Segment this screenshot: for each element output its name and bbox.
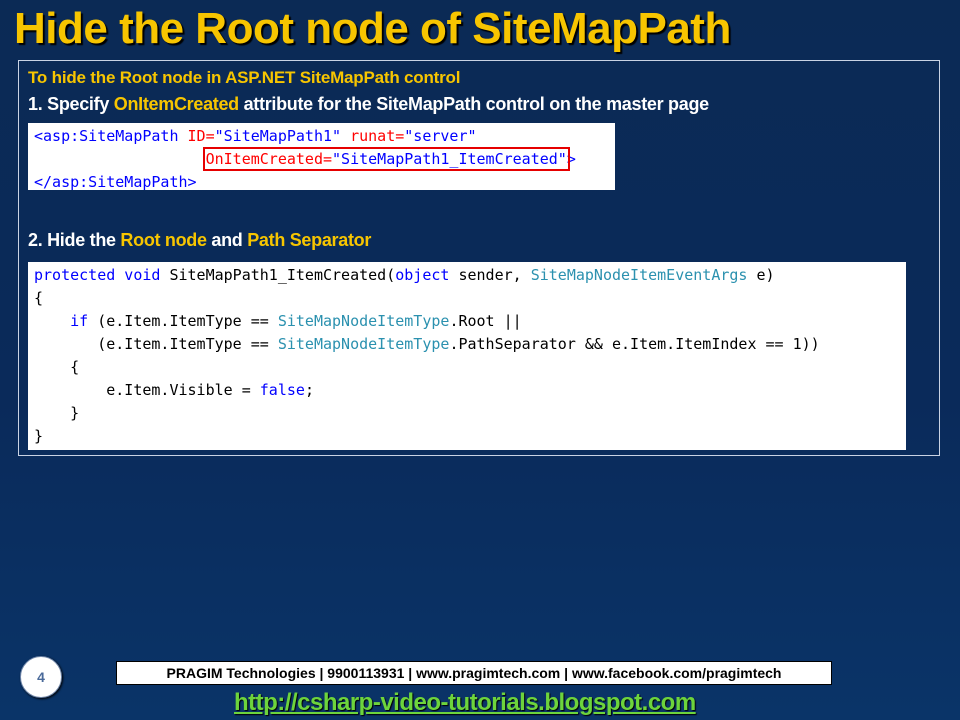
code-token: SiteMapNodeItemType [277,312,450,330]
code-token: protected void [34,266,161,284]
code-token: ; [304,381,314,399]
code-line: } [34,404,80,422]
code-line: (e.Item.ItemType == SiteMapNodeItemType.… [34,333,906,356]
step-1-text: 1. Specify OnItemCreated attribute for t… [28,94,709,115]
code-token: e.Item.Visible = [34,381,260,399]
code-token: .Root || [449,312,522,330]
code-token: "SiteMapPath1" [214,127,342,145]
step-1-highlight: OnItemCreated [113,94,239,114]
step-2-prefix: 2. Hide the [28,230,121,250]
code-line: OnItemCreated="SiteMapPath1_ItemCreated"… [34,147,615,171]
step-1-prefix: 1. Specify [28,94,114,114]
code-token: ID= [178,127,215,145]
code-line: protected void SiteMapPath1_ItemCreated(… [34,264,906,287]
step-2-highlight-separator: Path Separator [247,230,372,250]
highlighted-attribute: OnItemCreated="SiteMapPath1_ItemCreated" [202,147,570,171]
page-number-badge: 4 [20,656,62,698]
code-token: OnItemCreated= [205,150,333,168]
code-line: </asp:SiteMapPath> [34,173,197,191]
code-token: > [566,150,576,168]
code-token: (e.Item.ItemType == [34,335,278,353]
markup-code-block: <asp:SiteMapPath ID="SiteMapPath1" runat… [28,123,615,191]
code-token: "server" [404,127,477,145]
code-line: } [34,427,44,445]
code-line: { [34,358,80,376]
step-1-suffix: attribute for the SiteMapPath control on… [238,94,710,114]
code-token: "SiteMapPath1_ItemCreated" [332,150,567,168]
code-token: sender, [449,266,531,284]
code-line: <asp:SiteMapPath ID="SiteMapPath1" runat… [34,125,615,148]
code-token: if [70,312,89,330]
blog-link[interactable]: http://csharp-video-tutorials.blogspot.c… [234,689,696,717]
code-line: { [34,289,44,307]
slide-title: Hide the Root node of SiteMapPath [14,4,731,53]
code-token: object [395,266,450,284]
code-token: .PathSeparator && e.Item.ItemIndex == 1)… [449,335,820,353]
code-token: <asp:SiteMapPath [34,127,179,145]
code-line: e.Item.Visible = false; [34,379,906,402]
subheading: To hide the Root node in ASP.NET SiteMap… [28,68,461,87]
footer-banner: PRAGIM Technologies | 9900113931 | www.p… [116,661,832,685]
code-line: if (e.Item.ItemType == SiteMapNodeItemTy… [34,310,906,333]
code-token: e) [747,266,775,284]
step-2-middle: and [206,230,248,250]
code-token: false [259,381,305,399]
code-token: SiteMapNodeItemType [277,335,450,353]
code-token: (e.Item.ItemType == [88,312,278,330]
csharp-code-block: protected void SiteMapPath1_ItemCreated(… [28,262,906,450]
code-token: SiteMapNodeItemEventArgs [530,266,748,284]
code-token: SiteMapPath1_ItemCreated( [160,266,396,284]
step-2-highlight-root: Root node [120,230,207,250]
step-2-text: 2. Hide the Root node and Path Separator [28,230,371,251]
code-token: runat= [341,127,405,145]
